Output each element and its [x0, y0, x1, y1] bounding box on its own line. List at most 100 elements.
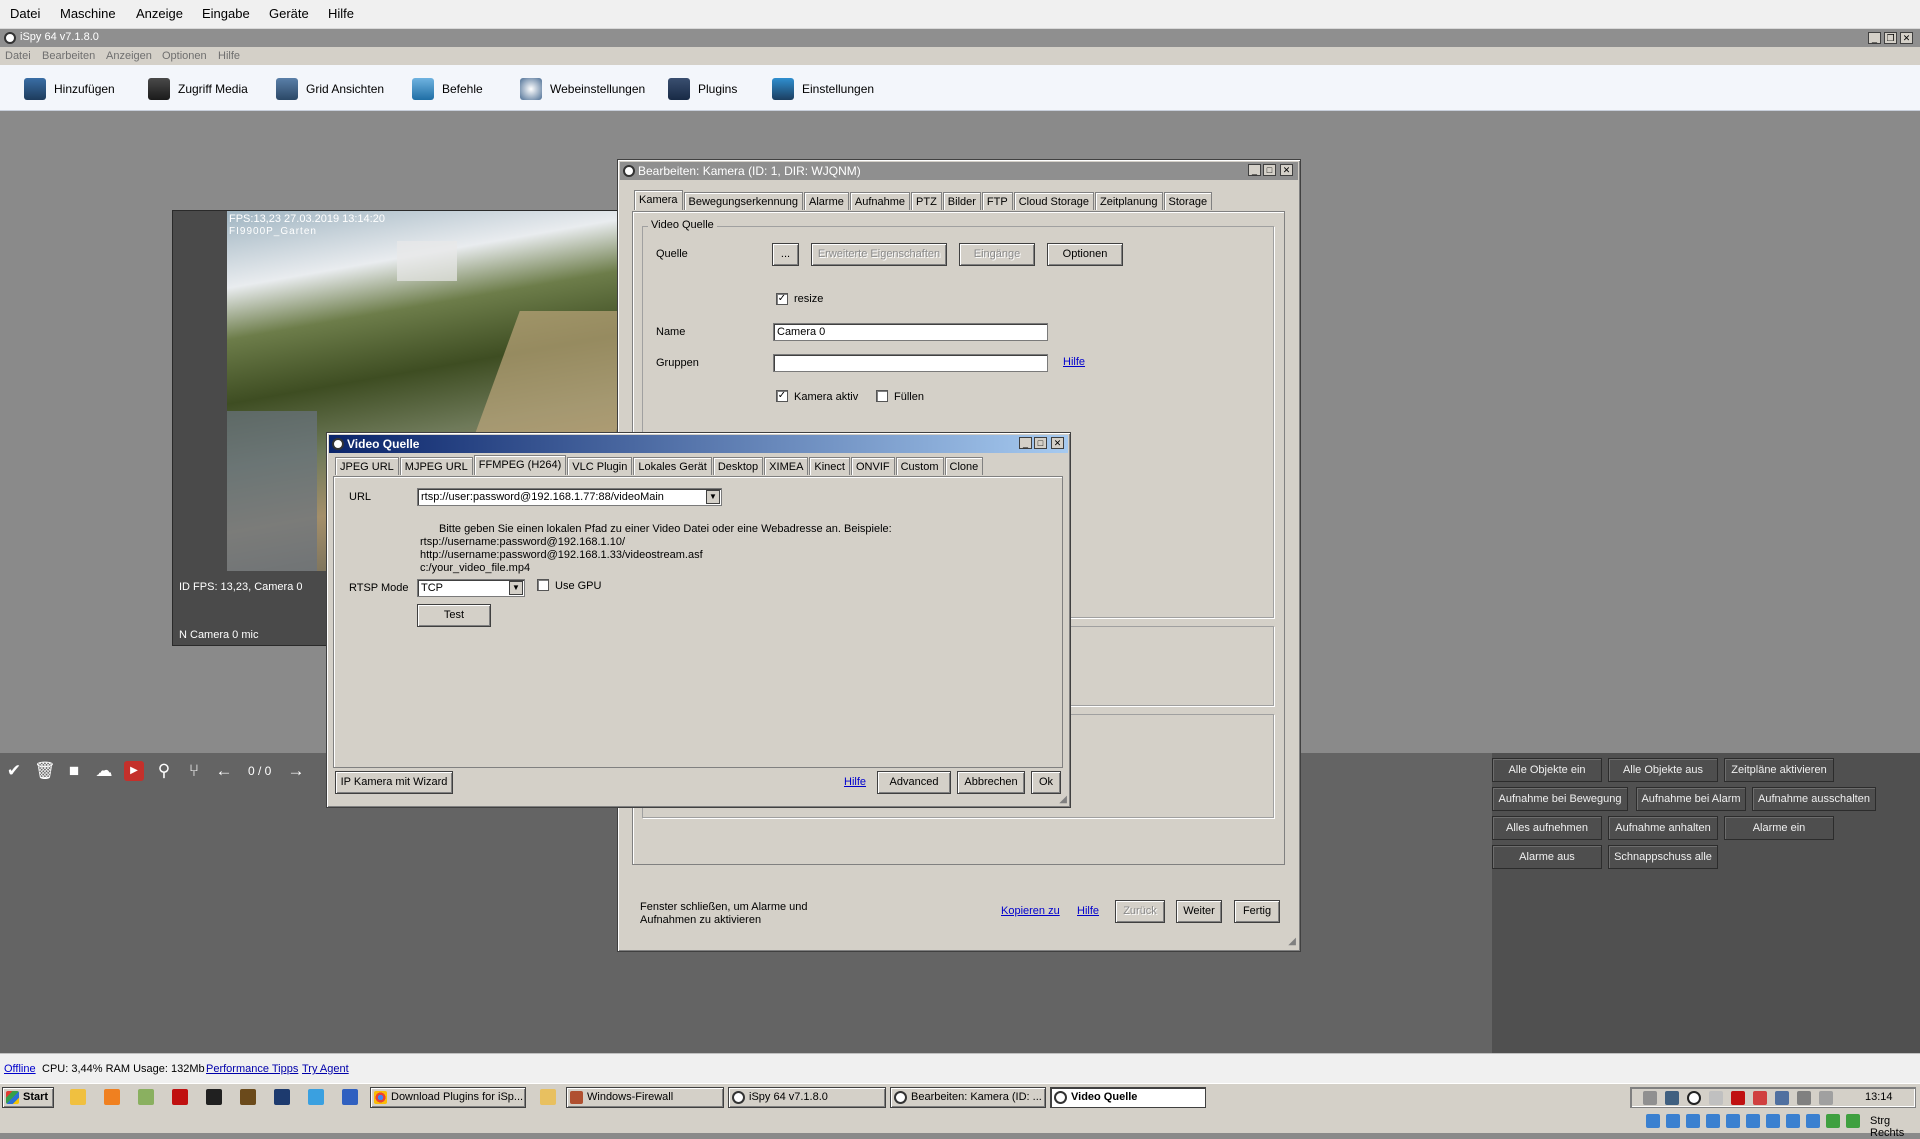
tray-icon-2[interactable] [1665, 1091, 1679, 1105]
back-button[interactable]: Zurück [1115, 900, 1165, 923]
tray-icon-6[interactable] [1753, 1091, 1767, 1105]
recording-off-button[interactable]: Aufnahme ausschalten [1752, 787, 1876, 811]
back-arrow-icon[interactable]: ← [214, 761, 234, 781]
tab-storage[interactable]: Storage [1163, 192, 1213, 210]
restore-button[interactable]: ❐ [1884, 32, 1897, 44]
cloud-upload-icon[interactable]: ☁ [94, 761, 114, 781]
tray-volume-icon[interactable] [1819, 1091, 1833, 1105]
extended-properties-button[interactable]: Erweiterte Eigenschaften [811, 243, 947, 266]
tab-motion-detection[interactable]: Bewegungserkennung [683, 192, 804, 210]
vbox-status-icon-11[interactable] [1846, 1114, 1860, 1128]
tab-images[interactable]: Bilder [942, 192, 981, 210]
menu-hilfe[interactable]: Hilfe [218, 50, 240, 62]
tab-clone[interactable]: Clone [944, 457, 984, 475]
host-menu-eingabe[interactable]: Eingabe [202, 6, 250, 21]
maximize-button[interactable]: □ [1034, 437, 1047, 449]
tab-recording[interactable]: Aufnahme [849, 192, 911, 210]
resize-grip-icon[interactable]: ◢ [1059, 794, 1067, 805]
tab-ptz[interactable]: PTZ [911, 192, 942, 210]
finish-button[interactable]: Fertig [1234, 900, 1280, 923]
youtube-icon[interactable]: ▶ [124, 761, 144, 781]
inputs-button[interactable]: Eingänge [959, 243, 1035, 266]
snapshot-all-button[interactable]: Schnappschuss alle [1608, 845, 1718, 869]
grid-button[interactable]: Grid Ansichten [276, 77, 384, 101]
quicklaunch-bridge-icon[interactable] [240, 1089, 256, 1105]
vbox-status-icon-4[interactable] [1706, 1114, 1720, 1128]
footer-help-link[interactable]: Hilfe [1077, 905, 1099, 917]
vbox-status-icon-3[interactable] [1686, 1114, 1700, 1128]
alarms-on-button[interactable]: Alarme ein [1724, 816, 1834, 840]
tray-icon-7[interactable] [1775, 1091, 1789, 1105]
tab-ffmpeg[interactable]: FFMPEG (H264) [473, 455, 567, 475]
advanced-button[interactable]: Advanced [877, 771, 951, 794]
ok-button[interactable]: Ok [1031, 771, 1061, 794]
delete-icon[interactable]: 🗑 [34, 761, 56, 781]
tab-local-device[interactable]: Lokales Gerät [633, 457, 712, 475]
vbox-status-icon-7[interactable] [1766, 1114, 1780, 1128]
tray-ispy-icon[interactable] [1687, 1091, 1701, 1105]
tab-kinect[interactable]: Kinect [809, 457, 850, 475]
vbox-status-icon-8[interactable] [1786, 1114, 1800, 1128]
quicklaunch-media-icon[interactable] [70, 1089, 86, 1105]
test-button[interactable]: Test [417, 604, 491, 627]
all-objects-on-button[interactable]: Alle Objekte ein [1492, 758, 1602, 782]
vbox-status-icon-10[interactable] [1826, 1114, 1840, 1128]
tab-scheduling[interactable]: Zeitplanung [1095, 192, 1163, 210]
cancel-button[interactable]: Abbrechen [957, 771, 1025, 794]
minimize-button[interactable]: _ [1868, 32, 1881, 44]
start-button[interactable]: Start [2, 1087, 54, 1108]
vbox-status-icon-1[interactable] [1646, 1114, 1660, 1128]
tab-cloud-storage[interactable]: Cloud Storage [1013, 192, 1095, 210]
bookmark-icon[interactable]: ■ [64, 761, 84, 781]
close-button[interactable]: ✕ [1900, 32, 1913, 44]
select-source-button[interactable]: ... [772, 243, 799, 266]
rtsp-mode-select[interactable]: TCP ▼ [417, 579, 525, 597]
close-button[interactable]: ✕ [1280, 164, 1293, 176]
host-menu-hilfe[interactable]: Hilfe [328, 6, 354, 21]
all-objects-off-button[interactable]: Alle Objekte aus [1608, 758, 1718, 782]
next-button[interactable]: Weiter [1176, 900, 1222, 923]
task-edit-camera[interactable]: Bearbeiten: Kamera (ID: ... [890, 1087, 1046, 1108]
plugins-button[interactable]: Plugins [668, 77, 737, 101]
media-button[interactable]: Zugriff Media [148, 77, 248, 101]
quicklaunch-vlc-icon[interactable] [104, 1089, 120, 1105]
tab-kamera[interactable]: Kamera [634, 190, 683, 210]
resize-checkbox[interactable]: ✓ [776, 293, 788, 305]
tab-jpeg-url[interactable]: JPEG URL [335, 457, 399, 475]
tray-network-icon[interactable] [1797, 1091, 1811, 1105]
tray-icon-4[interactable] [1709, 1091, 1723, 1105]
offline-link[interactable]: Offline [4, 1063, 36, 1075]
chevron-down-icon[interactable]: ▼ [509, 581, 523, 595]
vbox-status-icon-9[interactable] [1806, 1114, 1820, 1128]
tab-custom[interactable]: Custom [895, 457, 944, 475]
minimize-button[interactable]: _ [1019, 437, 1032, 449]
alarms-off-button[interactable]: Alarme aus [1492, 845, 1602, 869]
try-agent-link[interactable]: Try Agent [302, 1063, 349, 1075]
video-source-help-link[interactable]: Hilfe [844, 776, 866, 788]
task-windows-firewall[interactable]: Windows-Firewall [566, 1087, 724, 1108]
task-video-source[interactable]: Video Quelle [1050, 1087, 1206, 1108]
chevron-down-icon[interactable]: ▼ [706, 490, 720, 504]
enable-schedules-button[interactable]: Zeitpläne aktivieren [1724, 758, 1834, 782]
groups-field[interactable] [773, 354, 1048, 372]
record-on-alarm-button[interactable]: Aufnahme bei Alarm [1636, 787, 1746, 811]
stop-recording-button[interactable]: Aufnahme anhalten [1608, 816, 1718, 840]
tab-ftp[interactable]: FTP [981, 192, 1013, 210]
tab-ximea[interactable]: XIMEA [764, 457, 809, 475]
quicklaunch-acrobat-icon[interactable] [172, 1089, 188, 1105]
tab-alarms[interactable]: Alarme [804, 192, 849, 210]
vbox-status-icon-2[interactable] [1666, 1114, 1680, 1128]
name-field[interactable]: Camera 0 [773, 323, 1048, 341]
menu-anzeigen[interactable]: Anzeigen [106, 50, 152, 62]
camera-active-checkbox[interactable]: ✓ [776, 390, 788, 402]
tab-onvif[interactable]: ONVIF [850, 457, 895, 475]
tab-desktop[interactable]: Desktop [712, 457, 764, 475]
settings-button[interactable]: Einstellungen [772, 77, 874, 101]
quicklaunch-save-icon[interactable] [342, 1089, 358, 1105]
quicklaunch-ie-icon[interactable] [308, 1089, 324, 1105]
menu-datei[interactable]: Datei [5, 50, 31, 62]
vbox-status-icon-6[interactable] [1746, 1114, 1760, 1128]
copy-to-link[interactable]: Kopieren zu [1001, 905, 1060, 917]
menu-bearbeiten[interactable]: Bearbeiten [42, 50, 95, 62]
tab-vlc-plugin[interactable]: VLC Plugin [567, 457, 633, 475]
